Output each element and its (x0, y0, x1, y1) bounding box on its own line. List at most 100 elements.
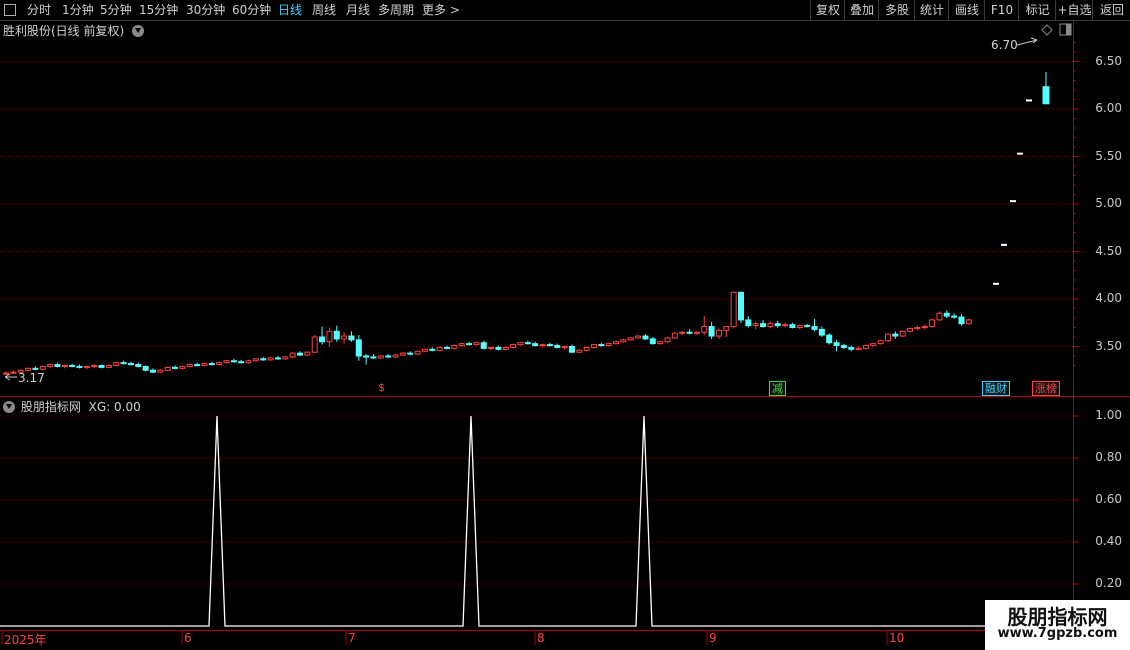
candle-body (965, 319, 972, 325)
candle-body (341, 335, 348, 340)
candle-body (635, 335, 642, 339)
candle-body (201, 363, 208, 367)
candle-body (98, 365, 105, 368)
candle-body (54, 364, 61, 367)
candle-body (885, 333, 891, 342)
candle-body (840, 345, 847, 348)
price-tick-label: 3.50 (1095, 338, 1122, 353)
candle-body (311, 336, 318, 353)
candle-body (326, 330, 333, 343)
chart-canvas[interactable] (0, 0, 1130, 650)
candle-body (142, 365, 149, 371)
candle-body (333, 330, 340, 340)
candle-body (25, 367, 32, 371)
candle-body (355, 339, 362, 357)
candle-body (738, 291, 744, 321)
candle-body (274, 357, 281, 360)
candle-body (105, 365, 112, 368)
candle-body (789, 324, 796, 328)
candle-body (385, 355, 392, 358)
limit-up-series (993, 71, 1050, 285)
candle-body (855, 347, 862, 350)
candle-body (370, 356, 377, 359)
date-label: 2025年 (4, 633, 47, 647)
date-label: 9 (709, 631, 717, 645)
price-tick-label: 5.50 (1095, 148, 1122, 163)
high-marker-arrow (1016, 37, 1038, 46)
candle-body (230, 360, 237, 363)
candle-body (576, 349, 583, 353)
price-tick-label: 4.00 (1095, 291, 1122, 305)
candle-body (399, 352, 406, 356)
event-badge[interactable]: 涨榜 (1032, 381, 1060, 396)
candle-body (407, 352, 414, 355)
candle-body (1042, 86, 1050, 105)
date-label: 8 (537, 631, 545, 645)
candle-body (583, 346, 590, 351)
candle-body (83, 365, 90, 368)
candle-body (782, 324, 789, 327)
candle-body (774, 323, 781, 327)
candle-body (921, 326, 928, 329)
candle-body (818, 328, 825, 336)
candle-body (157, 369, 164, 373)
candle-body (936, 312, 943, 321)
low-price-label: 3.17 (18, 371, 45, 385)
candle-body (605, 343, 612, 347)
candle-body (252, 358, 259, 362)
diamond-icon[interactable] (1041, 24, 1053, 36)
candle-body (671, 332, 678, 339)
candle-body (649, 338, 656, 345)
candle-body (657, 341, 664, 345)
candle-body (914, 327, 921, 329)
candle-body (429, 348, 436, 351)
date-label: 7 (348, 631, 356, 645)
watermark: 股朋指标网 www.7gpzb.com (985, 600, 1130, 650)
candle-body (877, 340, 884, 345)
candle-body (760, 323, 767, 328)
candle-body (282, 356, 289, 360)
event-badge[interactable]: 融财 (982, 381, 1010, 396)
candle-body (113, 362, 120, 366)
indicator-tick-label: 1.00 (1095, 408, 1122, 422)
candle-body (76, 365, 83, 368)
candle-body (723, 326, 730, 331)
candle-body (664, 337, 671, 343)
candle-body (502, 346, 509, 350)
candle-body (546, 344, 553, 347)
candle-body (591, 344, 597, 348)
candle-body (238, 361, 245, 364)
candle-body (216, 362, 223, 366)
candle-body (10, 371, 17, 374)
candle-body (693, 331, 700, 334)
layout-toggle-icon[interactable] (1059, 23, 1072, 36)
candle-body (466, 343, 473, 346)
candle-body (568, 346, 575, 353)
candle-body (194, 364, 201, 367)
candle-body (708, 326, 715, 337)
candle-body (186, 364, 193, 367)
watermark-url: www.7gpzb.com (997, 626, 1118, 641)
high-price-label: 6.70 (991, 38, 1018, 52)
candle-body (715, 329, 722, 337)
candle-body (811, 326, 818, 330)
candle-body (620, 339, 627, 343)
candle-body (510, 344, 517, 348)
candle-body (899, 330, 906, 337)
candle-body (451, 345, 458, 349)
candle-body (730, 291, 737, 328)
indicator-tick-label: 0.20 (1095, 576, 1122, 590)
price-tick-label: 4.50 (1095, 243, 1122, 258)
candle-body (488, 346, 495, 349)
event-badge[interactable]: $ (376, 381, 387, 394)
event-badge[interactable]: 减 (769, 381, 786, 396)
candle-body (377, 355, 384, 359)
candle-body (267, 357, 274, 361)
candle-body (392, 354, 399, 358)
candle-body (539, 344, 546, 347)
indicator-tick-label: 0.40 (1095, 534, 1122, 548)
indicator-series (0, 415, 1073, 627)
candle-body (627, 337, 634, 341)
candle-body (870, 343, 877, 347)
candle-body (745, 319, 752, 327)
